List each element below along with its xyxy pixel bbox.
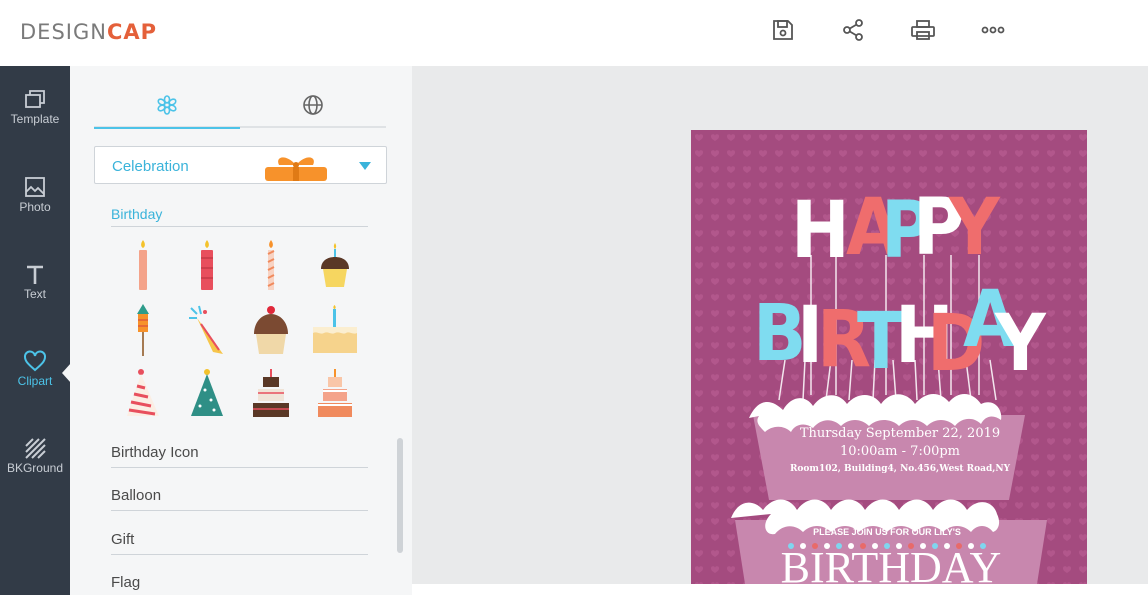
share-icon bbox=[843, 19, 863, 41]
category-birthday-icon[interactable]: Birthday Icon bbox=[111, 438, 368, 468]
category-select-value: Celebration bbox=[112, 158, 189, 175]
top-bar: DESIGNCAP bbox=[0, 0, 1148, 66]
logo-text-cap: CAP bbox=[106, 20, 158, 44]
print-icon bbox=[911, 20, 935, 40]
gift-icon bbox=[265, 157, 327, 181]
birthday-invitation: H A P P Y B I R T H D A Y Thursday Septe… bbox=[691, 130, 1087, 584]
clipart-candle-red[interactable] bbox=[175, 234, 239, 298]
nav-item-clipart[interactable]: Clipart bbox=[0, 350, 70, 420]
card-big-word: BIRTHDAY bbox=[781, 543, 1002, 584]
clipart-tiered-cake-dark[interactable] bbox=[239, 362, 303, 426]
logo-text-design: DESIGN bbox=[20, 20, 107, 44]
clipart-candle-pink[interactable] bbox=[111, 234, 175, 298]
panel-scrollbar[interactable] bbox=[397, 438, 403, 553]
card-address: Room102, Building4, No.456,West Road,NY bbox=[790, 464, 1011, 474]
section-title-birthday[interactable]: Birthday bbox=[111, 206, 162, 222]
more-button[interactable] bbox=[978, 15, 1008, 45]
card-date: Thursday September 22, 2019 bbox=[800, 426, 1000, 441]
category-select[interactable]: Celebration bbox=[94, 146, 387, 184]
clipart-party-hat-stars[interactable] bbox=[175, 362, 239, 426]
card-time: 10:00am - 7:00pm bbox=[840, 444, 960, 459]
clipart-cake-slice[interactable] bbox=[303, 298, 367, 362]
panel-tabs bbox=[94, 82, 386, 129]
card-letter-h: H bbox=[791, 186, 850, 276]
nav-item-text[interactable]: Text bbox=[0, 263, 70, 333]
category-gift[interactable]: Gift bbox=[111, 525, 368, 555]
nav-item-template[interactable]: Template bbox=[0, 88, 70, 158]
nav-label-clipart: Clipart bbox=[17, 374, 53, 388]
clipart-party-hat-striped[interactable] bbox=[111, 362, 175, 426]
logo[interactable]: DESIGNCAP bbox=[20, 20, 157, 44]
template-icon bbox=[25, 90, 45, 108]
canvas-bottom-strip bbox=[412, 584, 1148, 595]
nav-label-text: Text bbox=[23, 287, 46, 301]
clipart-rocket-firework[interactable] bbox=[111, 298, 175, 362]
category-flag[interactable]: Flag bbox=[111, 568, 368, 595]
category-balloon[interactable]: Balloon bbox=[111, 481, 368, 511]
globe-icon bbox=[303, 95, 323, 115]
print-button[interactable] bbox=[908, 15, 938, 45]
tab-clipart-library[interactable] bbox=[94, 82, 240, 129]
save-icon bbox=[773, 20, 793, 40]
clipart-cupcake-chocolate[interactable] bbox=[239, 298, 303, 362]
share-button[interactable] bbox=[838, 15, 868, 45]
card-letter-y2: Y bbox=[994, 299, 1047, 389]
nav-label-photo: Photo bbox=[19, 200, 51, 214]
left-nav: Template Photo Text Clipart BKGround bbox=[0, 66, 71, 595]
clipart-panel: Celebration Birthday Birthday Icon Ballo… bbox=[70, 66, 412, 595]
clipart-cupcake-yellow[interactable] bbox=[303, 234, 367, 298]
nav-label-background: BKGround bbox=[6, 461, 64, 475]
section-divider bbox=[111, 226, 368, 227]
text-icon bbox=[27, 265, 43, 284]
nav-item-photo[interactable]: Photo bbox=[0, 176, 70, 246]
heart-icon bbox=[24, 350, 46, 372]
design-card[interactable]: H A P P Y B I R T H D A Y Thursday Septe… bbox=[691, 130, 1087, 584]
clipart-party-popper[interactable] bbox=[175, 298, 239, 362]
tab-online-clipart[interactable] bbox=[240, 82, 386, 128]
photo-icon bbox=[25, 177, 45, 197]
card-invite: PLEASE JOIN US FOR OUR LILY'S bbox=[813, 527, 961, 537]
more-icon bbox=[981, 26, 1005, 34]
nav-label-template: Template bbox=[10, 112, 60, 126]
nav-item-background[interactable]: BKGround bbox=[0, 437, 70, 507]
card-letter-y: Y bbox=[948, 183, 1001, 273]
save-button[interactable] bbox=[768, 15, 798, 45]
chevron-down-icon[interactable] bbox=[359, 162, 371, 170]
clipart-tiered-cake-light[interactable] bbox=[303, 362, 367, 426]
clipart-candle-striped[interactable] bbox=[239, 234, 303, 298]
background-icon bbox=[25, 438, 46, 459]
flower-icon bbox=[157, 94, 177, 115]
